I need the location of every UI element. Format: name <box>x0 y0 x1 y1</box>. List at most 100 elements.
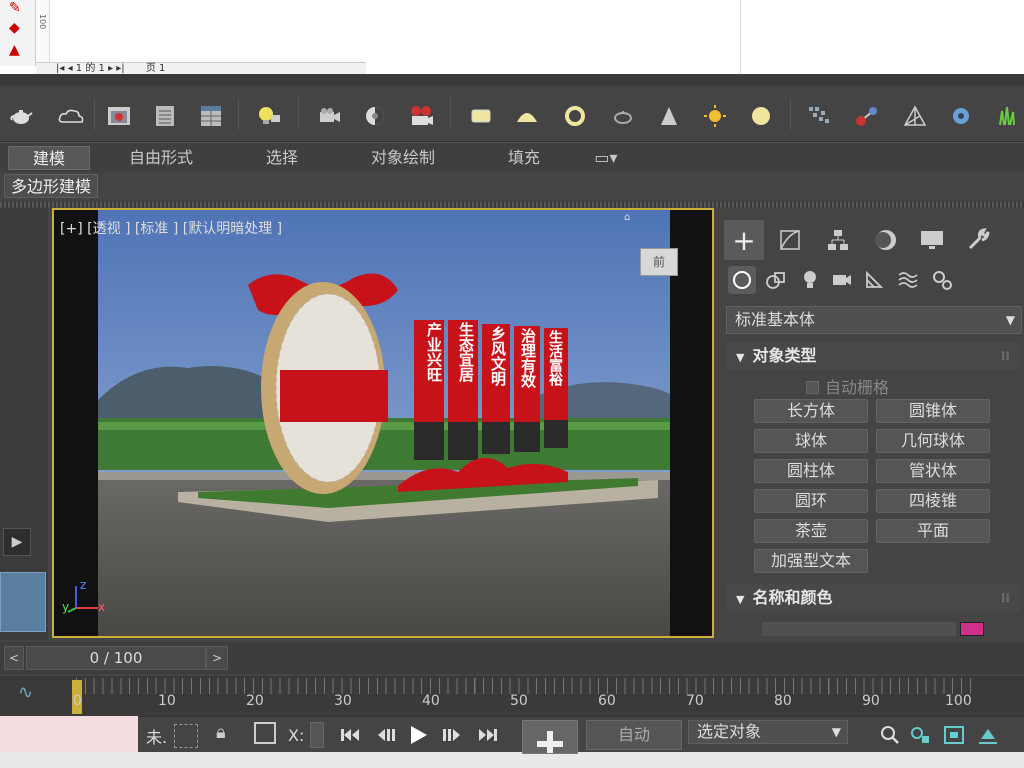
x-coord-label: X: <box>288 726 305 745</box>
tab-modeling[interactable]: 建模 <box>8 146 90 170</box>
plane-yellow-icon[interactable] <box>466 102 496 130</box>
tab-object-paint[interactable]: 对象绘制 <box>360 146 446 170</box>
light-bulb-icon[interactable] <box>254 102 284 130</box>
tab-polygon-modeling[interactable]: 多边形建模 <box>4 174 99 198</box>
sun-icon[interactable] <box>700 102 730 130</box>
hierarchy-tab-icon[interactable] <box>818 220 858 260</box>
curve-editor-icon[interactable]: ∿ <box>18 682 46 706</box>
plane-button[interactable]: 平面 <box>876 519 990 543</box>
hemisphere-icon[interactable] <box>512 102 542 130</box>
name-color-rollout[interactable]: ▼ 名称和颜色 ⁞⁞ <box>726 584 1020 612</box>
checkbox-box[interactable] <box>806 381 819 394</box>
padlock-icon[interactable]: 🔒︎ <box>216 722 226 743</box>
cylinder-button[interactable]: 圆柱体 <box>754 459 868 483</box>
gear-blue-icon[interactable] <box>946 102 976 130</box>
systems-gears-icon[interactable] <box>928 266 956 294</box>
create-tab-icon[interactable]: + <box>724 220 764 260</box>
pencil-icon[interactable]: ✎ <box>9 0 27 18</box>
box-button[interactable]: 长方体 <box>754 399 868 423</box>
tick-80: 80 <box>774 693 792 709</box>
go-to-start-icon[interactable] <box>336 722 364 748</box>
page-navigation-bar[interactable]: |◂ ◂ 1 的 1 ▸ ▸| 页 1 <box>36 62 366 74</box>
textplus-button[interactable]: 加强型文本 <box>754 549 868 573</box>
key-filter-dropdown[interactable]: 选定对象 ▼ <box>688 720 848 744</box>
page-first-icon[interactable]: |◂ ◂ <box>56 63 73 74</box>
previous-frame-icon[interactable] <box>372 722 400 748</box>
sphere-button[interactable]: 球体 <box>754 429 868 453</box>
grass-icon[interactable] <box>992 102 1022 130</box>
view-cube[interactable]: 前 <box>640 248 678 276</box>
time-next-button[interactable]: > <box>206 646 228 670</box>
grid-pattern-icon[interactable] <box>804 102 834 130</box>
cone-icon[interactable] <box>654 102 684 130</box>
absolute-mode-icon[interactable] <box>254 722 276 744</box>
film-camera-icon[interactable] <box>406 102 436 130</box>
zoom-search-icon[interactable] <box>876 722 904 748</box>
torus-button[interactable]: 圆环 <box>754 489 868 513</box>
table-panel-icon[interactable] <box>196 102 226 130</box>
tab-populate[interactable]: 填充 <box>500 146 548 170</box>
doc-divider <box>740 0 741 74</box>
teapot-small-icon[interactable] <box>608 102 638 130</box>
go-to-end-icon[interactable] <box>474 722 502 748</box>
object-name-input[interactable] <box>762 622 956 636</box>
modify-tab-icon[interactable] <box>770 220 810 260</box>
camera-icon[interactable] <box>314 102 344 130</box>
maxscript-listener[interactable] <box>0 716 138 752</box>
tab-selection[interactable]: 选择 <box>254 146 310 170</box>
doc-tool-column: ✎ ◆ ▲ <box>0 0 36 66</box>
display-tab-icon[interactable] <box>912 220 952 260</box>
eraser-icon[interactable]: ▲ <box>9 42 27 60</box>
left-selected-slot[interactable] <box>0 572 46 632</box>
tick-30: 30 <box>334 693 352 709</box>
page-next-icon[interactable]: ▸ ▸| <box>108 63 125 74</box>
ribbon-tabs: 建模 自由形式 选择 对象绘制 填充 ▭▾ <box>0 142 1024 172</box>
viewport-scene[interactable] <box>98 210 670 636</box>
zoom-extents-all-icon[interactable] <box>974 722 1002 748</box>
viewcube-home-icon[interactable]: ⌂ <box>624 212 630 223</box>
render-frame-icon[interactable] <box>104 102 134 130</box>
tube-button[interactable]: 管状体 <box>876 459 990 483</box>
zoom-extents-icon[interactable] <box>940 722 968 748</box>
object-type-rollout[interactable]: ▼ 对象类型 ⁞⁞ <box>726 342 1020 370</box>
utilities-tab-icon[interactable] <box>958 220 998 260</box>
helpers-icon[interactable] <box>860 266 888 294</box>
cameras-icon[interactable] <box>828 266 856 294</box>
wire-pyramid-icon[interactable] <box>900 102 930 130</box>
teapot-button[interactable]: 茶壶 <box>754 519 868 543</box>
object-color-swatch[interactable] <box>960 622 984 636</box>
space-warps-icon[interactable] <box>894 266 922 294</box>
x-coord-input[interactable] <box>310 722 324 748</box>
zoom-all-icon[interactable] <box>906 722 934 748</box>
shapes-icon[interactable] <box>762 266 790 294</box>
motion-tab-icon[interactable] <box>866 220 906 260</box>
auto-key-button[interactable]: 自动 <box>586 720 682 750</box>
molecule-icon[interactable] <box>852 102 882 130</box>
set-key-button[interactable] <box>522 720 578 754</box>
ring-icon[interactable] <box>560 102 590 130</box>
ribbon-subtab-row: 多边形建模 <box>0 172 1024 200</box>
cone-button[interactable]: 圆锥体 <box>876 399 990 423</box>
viewport-label[interactable]: [+] [透视 ] [标准 ] [默认明暗处理 ] <box>60 218 282 238</box>
cloud-icon[interactable] <box>56 102 86 130</box>
toolbar-top-strip <box>0 74 1024 86</box>
next-frame-icon[interactable] <box>438 722 466 748</box>
geometry-sphere-icon[interactable] <box>728 266 756 294</box>
ribbon-options-dropdown[interactable]: ▭▾ <box>584 146 628 170</box>
geosphere-button[interactable]: 几何球体 <box>876 429 990 453</box>
half-sphere-icon[interactable] <box>360 102 390 130</box>
play-icon[interactable] <box>404 722 432 748</box>
list-panel-icon[interactable] <box>150 102 180 130</box>
teapot-icon[interactable] <box>6 102 36 130</box>
primitive-category-dropdown[interactable]: 标准基本体 ▼ <box>726 306 1022 334</box>
selection-lock-icon[interactable] <box>174 724 198 748</box>
sphere-yellow-icon[interactable] <box>746 102 776 130</box>
pyramid-button[interactable]: 四棱锥 <box>876 489 990 513</box>
fill-bucket-icon[interactable]: ◆ <box>9 20 27 38</box>
autogrid-checkbox[interactable]: 自动栅格 <box>806 374 889 398</box>
tab-freeform[interactable]: 自由形式 <box>118 146 204 170</box>
expand-panel-button[interactable]: ▶ <box>3 528 31 556</box>
time-prev-button[interactable]: < <box>4 646 24 670</box>
time-slider[interactable]: 0 / 100 <box>26 646 206 670</box>
lights-bulb-icon[interactable] <box>796 266 824 294</box>
